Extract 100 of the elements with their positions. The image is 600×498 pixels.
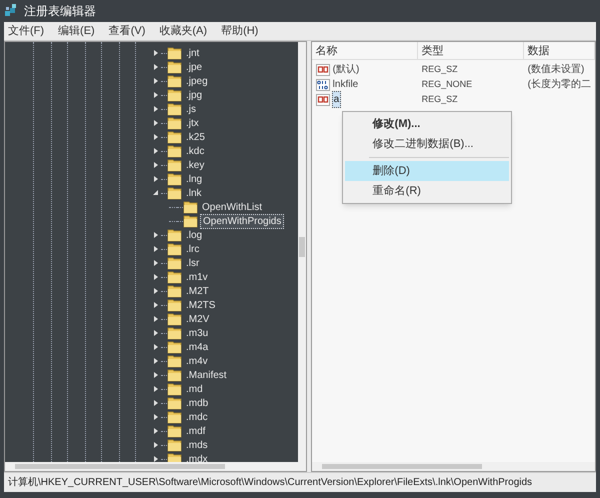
- expand-arrow-icon[interactable]: [153, 358, 159, 364]
- value-name[interactable]: (默认): [332, 62, 360, 77]
- menu-item[interactable]: 帮助(H): [221, 22, 258, 40]
- expand-arrow-icon[interactable]: [153, 148, 159, 154]
- tree-item[interactable]: .kdc: [184, 144, 206, 158]
- tree-item[interactable]: .lsr: [184, 256, 202, 270]
- expand-arrow-icon[interactable]: [153, 386, 159, 392]
- value-name[interactable]: a: [332, 91, 342, 108]
- folder-icon: [167, 298, 182, 312]
- window-title: 注册表编辑器: [24, 3, 96, 20]
- collapse-arrow-icon[interactable]: [153, 190, 159, 196]
- tree-item[interactable]: .jnt: [184, 46, 202, 60]
- value-data: (长度为零的二: [526, 78, 592, 92]
- value-data: (数值未设置): [526, 62, 586, 77]
- tree-item[interactable]: .jpg: [184, 88, 204, 102]
- folder-icon: [167, 340, 182, 354]
- expand-arrow-icon[interactable]: [153, 400, 159, 406]
- string-value-icon: [316, 94, 330, 106]
- folder-icon: [167, 172, 182, 186]
- tree-item[interactable]: .mdb: [184, 396, 210, 410]
- folder-icon: [167, 438, 182, 452]
- expand-arrow-icon[interactable]: [153, 106, 159, 112]
- expand-arrow-icon[interactable]: [153, 344, 159, 350]
- folder-icon: [167, 256, 182, 270]
- context-menu-item[interactable]: 删除(D): [344, 161, 509, 181]
- expand-arrow-icon[interactable]: [153, 302, 159, 308]
- context-menu-item[interactable]: 重命名(R): [344, 181, 509, 201]
- expand-arrow-icon[interactable]: [153, 92, 159, 98]
- context-menu-item[interactable]: 修改(M)...: [344, 114, 509, 134]
- tree-item[interactable]: .m3u: [184, 326, 210, 340]
- expand-arrow-icon[interactable]: [153, 428, 159, 434]
- tree-item[interactable]: OpenWithList: [200, 200, 264, 214]
- column-header[interactable]: 数据: [524, 42, 595, 59]
- value-type: REG_NONE: [420, 78, 474, 91]
- tree-item[interactable]: .jtx: [184, 116, 201, 130]
- expand-arrow-icon[interactable]: [153, 414, 159, 420]
- expand-arrow-icon[interactable]: [153, 50, 159, 56]
- tree-item[interactable]: .k25: [184, 130, 207, 144]
- tree-item[interactable]: .m4a: [184, 340, 210, 354]
- expand-arrow-icon[interactable]: [153, 162, 159, 168]
- folder-icon: [167, 116, 182, 130]
- folder-icon: [167, 326, 182, 340]
- expand-arrow-icon[interactable]: [153, 274, 159, 280]
- tree-item[interactable]: .key: [184, 158, 206, 172]
- column-header[interactable]: 名称: [312, 42, 418, 59]
- folder-icon: [167, 60, 182, 74]
- tree-item[interactable]: .M2TS: [184, 298, 218, 312]
- tree-item[interactable]: .md: [184, 382, 205, 396]
- folder-icon: [167, 88, 182, 102]
- expand-arrow-icon[interactable]: [153, 330, 159, 336]
- column-header[interactable]: 类型: [418, 42, 524, 59]
- expand-arrow-icon[interactable]: [153, 78, 159, 84]
- folder-icon: [167, 158, 182, 172]
- tree-item[interactable]: .js: [184, 102, 198, 116]
- tree-item[interactable]: .mds: [184, 438, 210, 452]
- expand-arrow-icon[interactable]: [153, 134, 159, 140]
- tree-item[interactable]: .Manifest: [184, 368, 229, 382]
- expand-arrow-icon[interactable]: [153, 64, 159, 70]
- folder-icon: [167, 284, 182, 298]
- value-name[interactable]: lnkfile: [332, 77, 360, 92]
- tree-item[interactable]: .log: [184, 228, 204, 242]
- context-menu-item[interactable]: 修改二进制数据(B)...: [344, 134, 509, 154]
- menu-item[interactable]: 编辑(E): [58, 22, 95, 40]
- string-value-icon: [316, 64, 330, 76]
- tree-item[interactable]: .mdx: [184, 452, 210, 462]
- expand-arrow-icon[interactable]: [153, 120, 159, 126]
- tree-item[interactable]: .jpe: [184, 60, 204, 74]
- tree-item[interactable]: .M2T: [184, 284, 211, 298]
- folder-icon: [167, 270, 182, 284]
- menu-item[interactable]: 文件(F): [8, 22, 44, 40]
- expand-arrow-icon[interactable]: [153, 442, 159, 448]
- tree-item[interactable]: .mdc: [184, 410, 210, 424]
- expand-arrow-icon[interactable]: [153, 246, 159, 252]
- expand-arrow-icon[interactable]: [153, 316, 159, 322]
- folder-icon: [167, 424, 182, 438]
- tree-item[interactable]: .lrc: [184, 242, 202, 256]
- tree-item[interactable]: .m4v: [184, 354, 210, 368]
- vertical-scrollbar[interactable]: [298, 42, 306, 462]
- horizontal-scrollbar[interactable]: [312, 462, 595, 471]
- tree-item[interactable]: .lnk: [184, 186, 204, 200]
- tree-item[interactable]: .jpeg: [184, 74, 210, 88]
- tree-item[interactable]: OpenWithProgids: [200, 214, 284, 228]
- expand-arrow-icon[interactable]: [153, 456, 159, 462]
- expand-arrow-icon[interactable]: [153, 372, 159, 378]
- tree-item[interactable]: .lng: [184, 172, 204, 186]
- expand-arrow-icon[interactable]: [153, 232, 159, 238]
- folder-icon: [167, 144, 182, 158]
- expand-arrow-icon[interactable]: [153, 176, 159, 182]
- folder-icon: [167, 396, 182, 410]
- menu-item[interactable]: 收藏夹(A): [159, 22, 208, 40]
- tree-item[interactable]: .mdf: [184, 424, 208, 438]
- tree-item[interactable]: .m1v: [184, 270, 210, 284]
- folder-icon: [167, 452, 182, 462]
- horizontal-scrollbar[interactable]: [5, 462, 306, 471]
- folder-icon: [167, 46, 182, 60]
- tree-item[interactable]: .M2V: [184, 312, 212, 326]
- expand-arrow-icon[interactable]: [153, 260, 159, 266]
- menu-item[interactable]: 查看(V): [108, 22, 146, 40]
- folder-icon: [167, 102, 182, 116]
- expand-arrow-icon[interactable]: [153, 288, 159, 294]
